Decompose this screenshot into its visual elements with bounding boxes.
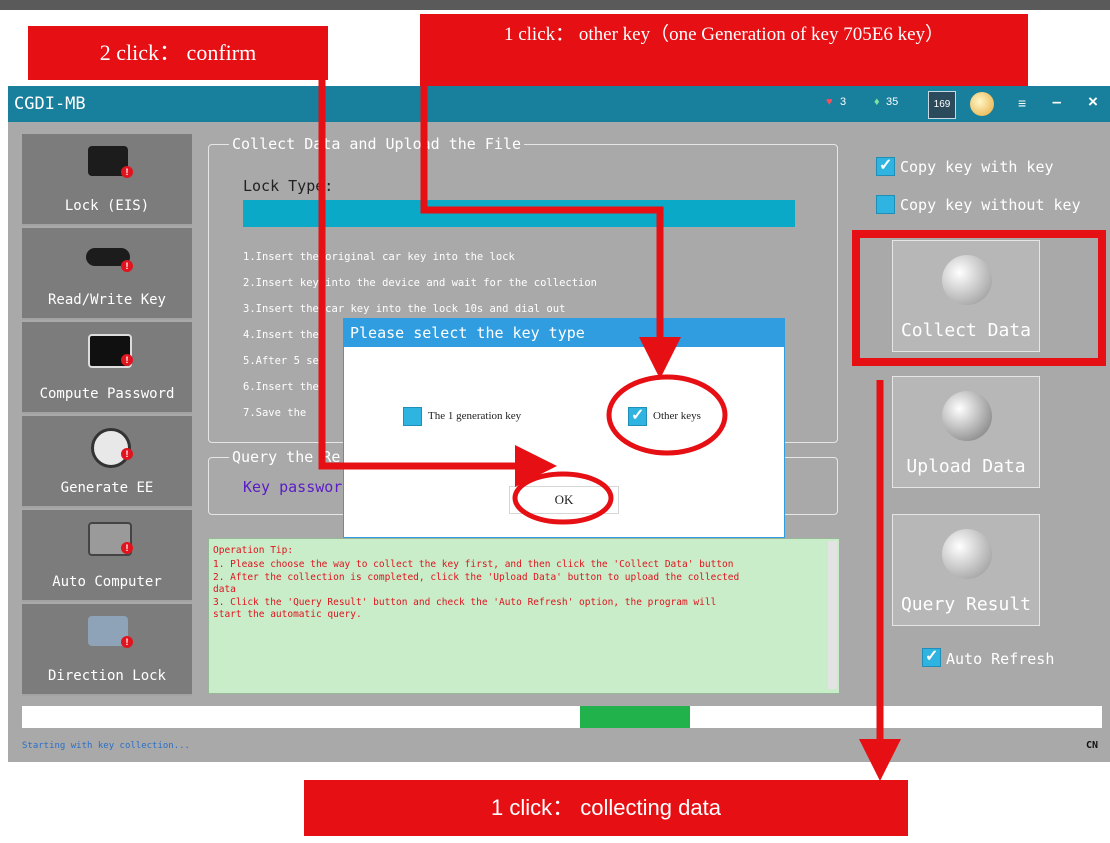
language-indicator[interactable]: CN xyxy=(1086,740,1098,751)
query-result-button[interactable]: Query Result xyxy=(892,514,1040,626)
sidebar-item-label: Direction Lock xyxy=(47,668,166,684)
collect-legend: Collect Data and Upload the File xyxy=(229,135,524,153)
tip-title: Operation Tip: xyxy=(213,545,294,556)
copy-with-key-label: Copy key with key xyxy=(900,158,1054,176)
tip-line: 3. Click the 'Query Result' button and c… xyxy=(213,597,717,608)
other-keys-label: Other keys xyxy=(653,410,701,422)
progress-bar xyxy=(22,706,1102,728)
progress-fill xyxy=(580,706,690,728)
sidebar-item-compute-password[interactable]: ! Compute Password xyxy=(22,322,192,414)
minimize-button[interactable]: – xyxy=(1052,92,1061,112)
lock-type-label: Lock Type: xyxy=(243,177,334,195)
sidebar-item-direction-lock[interactable]: ! Direction Lock xyxy=(22,604,192,696)
query-result-label: Query Result xyxy=(900,594,1032,615)
sidebar-item-label: Compute Password xyxy=(39,386,175,402)
tip-line: 2. After the collection is completed, cl… xyxy=(213,572,740,583)
step-item: 1.Insert the original car key into the l… xyxy=(243,251,515,263)
gem-count: 35 xyxy=(886,96,899,108)
step-item: 3.Insert the car key into the lock 10s a… xyxy=(243,303,566,315)
sidebar-item-label: Generate EE xyxy=(60,480,154,496)
calendar-icon[interactable]: 169 xyxy=(928,91,956,119)
step-item: 6.Insert the xyxy=(243,381,319,393)
status-text: Starting with key collection... xyxy=(22,741,190,751)
badge-icon: ! xyxy=(121,354,133,366)
other-key-annotation: 1 click： other key（one Generation of key… xyxy=(420,14,1028,86)
confirm-annotation: 2 click： confirm xyxy=(28,26,328,80)
upload-data-label: Upload Data xyxy=(906,456,1026,477)
ok-button[interactable]: OK xyxy=(509,486,619,514)
badge-icon: ! xyxy=(121,448,133,460)
dialog-title: Please select the key type xyxy=(350,324,585,342)
auto-refresh-checkbox[interactable] xyxy=(922,646,941,667)
query-legend: Query the Re xyxy=(229,448,344,466)
sidebar-item-label: Read/Write Key xyxy=(47,292,166,308)
sidebar-item-read-write-key[interactable]: ! Read/Write Key xyxy=(22,228,192,320)
avatar-icon[interactable] xyxy=(970,92,994,116)
dialog-header: Please select the key type xyxy=(344,319,784,347)
first-generation-key-checkbox[interactable] xyxy=(403,407,422,426)
globe-icon xyxy=(942,391,992,441)
top-border xyxy=(0,0,1110,10)
lock-type-field xyxy=(243,200,795,227)
menu-icon[interactable]: ≡ xyxy=(1018,95,1026,111)
step-item: 7.Save the xyxy=(243,407,307,419)
step-item: 4.Insert the xyxy=(243,329,319,341)
copy-without-key-label: Copy key without key xyxy=(900,196,1081,214)
tip-line: data xyxy=(213,584,236,595)
sidebar-item-lock-eis[interactable]: ! Lock (EIS) xyxy=(22,134,192,226)
app-title: CGDI-MB xyxy=(14,94,86,114)
heart-icon: ♥ xyxy=(826,96,833,108)
tip-scrollbar[interactable] xyxy=(828,541,837,689)
key-type-dialog: Please select the key type The 1 generat… xyxy=(343,318,785,538)
first-generation-key-label: The 1 generation key xyxy=(428,410,522,422)
sidebar-item-label: Auto Computer xyxy=(52,574,162,590)
other-keys-checkbox[interactable] xyxy=(628,405,647,426)
collect-data-highlight xyxy=(852,230,1106,366)
sidebar-item-generate-ee[interactable]: ! Generate EE xyxy=(22,416,192,508)
badge-icon: ! xyxy=(121,260,133,272)
sidebar-item-auto-computer[interactable]: ! Auto Computer xyxy=(22,510,192,602)
upload-data-button[interactable]: Upload Data xyxy=(892,376,1040,488)
badge-icon: ! xyxy=(121,166,133,178)
magnifier-icon xyxy=(942,529,992,579)
collecting-data-annotation: 1 click： collecting data xyxy=(304,780,908,836)
step-item: 5.After 5 sec xyxy=(243,355,326,367)
auto-refresh-label: Auto Refresh xyxy=(946,650,1055,668)
time-badge: 169 xyxy=(933,99,951,110)
close-button[interactable]: × xyxy=(1088,92,1098,112)
badge-icon: ! xyxy=(121,542,133,554)
tip-line: 1. Please choose the way to collect the … xyxy=(213,559,734,570)
step-item: 2.Insert key into the device and wait fo… xyxy=(243,277,598,289)
title-bar: CGDI-MB ♥ 3 ♦ 35 169 ≡ – × xyxy=(8,86,1110,122)
sidebar-item-label: Lock (EIS) xyxy=(64,198,150,214)
gem-icon: ♦ xyxy=(874,96,880,108)
heart-count: 3 xyxy=(840,96,847,108)
tip-line: start the automatic query. xyxy=(213,609,362,620)
copy-with-key-checkbox[interactable] xyxy=(876,155,895,176)
operation-tip-panel: Operation Tip: 1. Please choose the way … xyxy=(208,538,840,694)
badge-icon: ! xyxy=(121,636,133,648)
key-password-label: Key passwor xyxy=(243,478,343,496)
copy-without-key-checkbox[interactable] xyxy=(876,195,895,214)
